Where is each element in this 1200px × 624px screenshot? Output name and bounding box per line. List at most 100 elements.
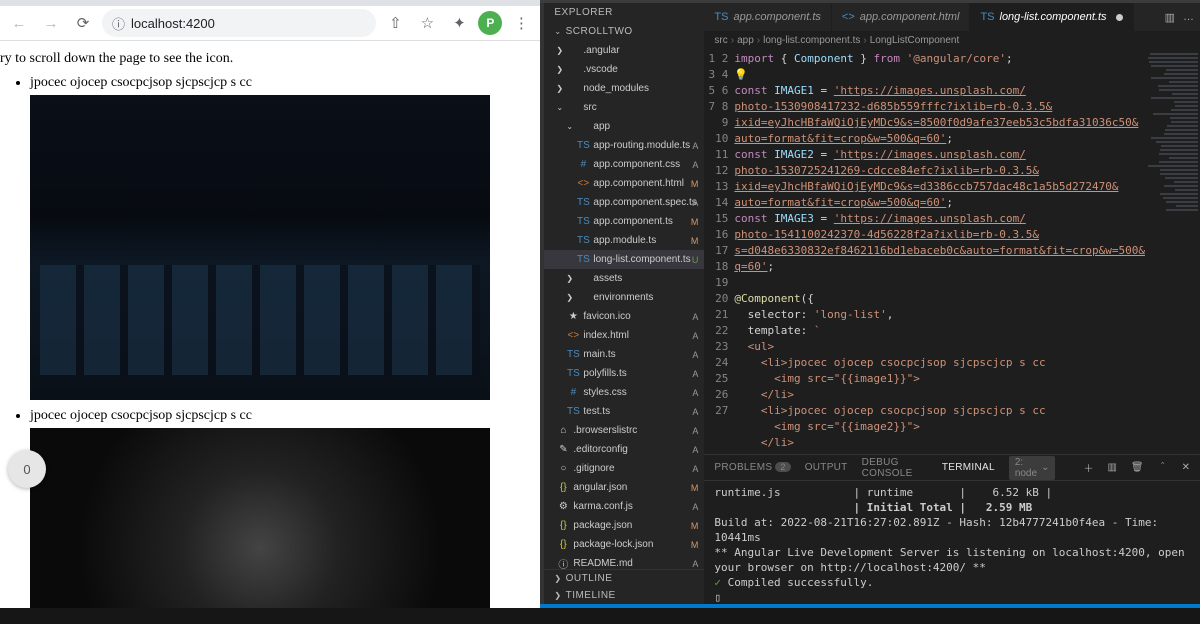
site-info-icon[interactable]: ⓘ: [112, 14, 125, 33]
breadcrumb-item[interactable]: long-list.component.ts: [763, 35, 860, 46]
list-item: jpocec ojocep csocpcjsop sjcpscjcp s cc: [30, 408, 535, 624]
breadcrumbs[interactable]: src›app›long-list.component.ts›LongListC…: [704, 31, 1200, 49]
chrome-menu-button[interactable]: ⋮: [508, 10, 534, 36]
new-terminal-icon[interactable]: ＋: [1083, 460, 1093, 475]
tree-row[interactable]: ❯assets: [544, 269, 704, 288]
tree-label: angular.json: [573, 482, 627, 493]
breadcrumb-item[interactable]: app: [737, 35, 754, 46]
code-editor[interactable]: import { Component } from '@angular/core…: [734, 49, 1145, 454]
file-icon: TS: [576, 197, 590, 208]
git-status: A: [692, 331, 698, 341]
split-terminal-icon[interactable]: ▥: [1107, 462, 1116, 473]
tree-row[interactable]: TSapp-routing.module.tsA: [544, 136, 704, 155]
file-icon: ⚙: [556, 501, 570, 512]
forward-button[interactable]: →: [38, 10, 64, 36]
dirty-indicator-icon: [1116, 14, 1123, 21]
tree-row[interactable]: ⚙karma.conf.jsA: [544, 497, 704, 516]
git-status: A: [692, 198, 698, 208]
tree-label: .gitignore: [573, 463, 614, 474]
breadcrumb-sep-icon: ›: [863, 35, 866, 46]
tree-label: app.component.css: [593, 159, 680, 170]
editor-tab[interactable]: <>app.component.html: [832, 3, 971, 31]
tab-file-icon: TS: [714, 11, 728, 23]
editor-tabs[interactable]: TSapp.component.ts<>app.component.htmlTS…: [704, 3, 1200, 31]
tree-row[interactable]: ⓘREADME.mdA: [544, 554, 704, 569]
tree-row[interactable]: ⌄src: [544, 98, 704, 117]
chrome-toolbar: ← → ⟳ ⓘ localhost:4200 ⇧ ☆ ✦ P ⋮: [0, 6, 540, 41]
close-panel-icon[interactable]: ✕: [1182, 462, 1190, 473]
terminal[interactable]: runtime.js | runtime | 6.52 kB | | Initi…: [704, 481, 1200, 604]
editor-tab[interactable]: TSlong-list.component.ts: [970, 3, 1133, 31]
tree-row[interactable]: <>app.component.htmlM: [544, 174, 704, 193]
scroll-fab[interactable]: 0: [8, 450, 46, 488]
minimap[interactable]: [1145, 49, 1200, 454]
tree-row[interactable]: ⌂.browserslistrcA: [544, 421, 704, 440]
file-tree[interactable]: ❯.angular❯.vscode❯node_modules⌄src⌄appTS…: [544, 41, 704, 569]
git-status: A: [692, 426, 698, 436]
extensions-button[interactable]: ✦: [446, 10, 472, 36]
file-icon: <>: [576, 178, 590, 189]
tree-label: node_modules: [583, 83, 649, 94]
page-intro-text: ry to scroll down the page to see the ic…: [0, 51, 535, 67]
address-bar[interactable]: ⓘ localhost:4200: [102, 9, 376, 37]
windows-taskbar[interactable]: [0, 608, 1200, 624]
tree-row[interactable]: TSapp.component.tsM: [544, 212, 704, 231]
tree-label: app: [593, 121, 610, 132]
git-status: A: [692, 388, 698, 398]
tree-row[interactable]: ⌄app: [544, 117, 704, 136]
breadcrumb-item[interactable]: LongListComponent: [870, 35, 960, 46]
timeline-section[interactable]: ❯TIMELINE: [544, 587, 704, 604]
reload-button[interactable]: ⟳: [70, 10, 96, 36]
terminal-line: ✓ Compiled successfully.: [714, 575, 1190, 590]
tree-row[interactable]: #styles.cssA: [544, 383, 704, 402]
tree-row[interactable]: ❯node_modules: [544, 79, 704, 98]
tree-label: long-list.component.ts: [593, 254, 690, 265]
tree-row[interactable]: #app.component.cssA: [544, 155, 704, 174]
tree-label: .editorconfig: [573, 444, 627, 455]
tree-row[interactable]: ❯environments: [544, 288, 704, 307]
tree-row[interactable]: ❯.angular: [544, 41, 704, 60]
tree-row[interactable]: TStest.tsA: [544, 402, 704, 421]
tree-row[interactable]: TSapp.component.spec.tsA: [544, 193, 704, 212]
tab-terminal[interactable]: TERMINAL: [942, 462, 995, 473]
outline-section[interactable]: ❯OUTLINE: [544, 570, 704, 587]
tree-row[interactable]: TSpolyfills.tsA: [544, 364, 704, 383]
bottom-panel: PROBLEMS2 OUTPUT DEBUG CONSOLE TERMINAL …: [704, 454, 1200, 604]
breadcrumb-item[interactable]: src: [714, 35, 727, 46]
tab-problems[interactable]: PROBLEMS2: [714, 462, 790, 473]
file-icon: #: [576, 159, 590, 170]
tree-row[interactable]: {}package-lock.jsonM: [544, 535, 704, 554]
tree-row[interactable]: TSmain.tsA: [544, 345, 704, 364]
url-port: 4200: [186, 16, 215, 31]
kill-terminal-icon[interactable]: 🗑: [1131, 462, 1144, 473]
tree-row[interactable]: {}angular.jsonM: [544, 478, 704, 497]
url-host: localhost:: [131, 16, 186, 31]
profile-avatar[interactable]: P: [478, 11, 502, 35]
editor-tab[interactable]: TSapp.component.ts: [704, 3, 832, 31]
tree-row[interactable]: ❯.vscode: [544, 60, 704, 79]
terminal-picker[interactable]: 2: node ⌄: [1009, 456, 1056, 480]
tree-row[interactable]: ○.gitignoreA: [544, 459, 704, 478]
tab-action-icon[interactable]: …: [1183, 11, 1194, 23]
sidebar-root[interactable]: ⌄SCROLLTWO: [544, 22, 704, 41]
tab-debug[interactable]: DEBUG CONSOLE: [862, 457, 928, 479]
tab-output[interactable]: OUTPUT: [805, 462, 848, 473]
tree-label: src: [583, 102, 596, 113]
maximize-panel-icon[interactable]: ＾: [1158, 460, 1168, 475]
share-button[interactable]: ⇧: [382, 10, 408, 36]
terminal-line: runtime.js | runtime | 6.52 kB |: [714, 485, 1190, 500]
tree-row[interactable]: {}package.jsonM: [544, 516, 704, 535]
file-icon: ★: [566, 311, 580, 322]
tree-row[interactable]: TSlong-list.component.tsU: [544, 250, 704, 269]
back-button[interactable]: ←: [6, 10, 32, 36]
tree-label: environments: [593, 292, 653, 303]
git-status: M: [691, 483, 699, 493]
tab-action-icon[interactable]: ▥: [1165, 11, 1175, 24]
tree-row[interactable]: ✎.editorconfigA: [544, 440, 704, 459]
tree-row[interactable]: <>index.htmlA: [544, 326, 704, 345]
tree-row[interactable]: TSapp.module.tsM: [544, 231, 704, 250]
web-page[interactable]: ry to scroll down the page to see the ic…: [0, 41, 540, 624]
bookmark-button[interactable]: ☆: [414, 10, 440, 36]
tree-label: favicon.ico: [583, 311, 630, 322]
tree-row[interactable]: ★favicon.icoA: [544, 307, 704, 326]
